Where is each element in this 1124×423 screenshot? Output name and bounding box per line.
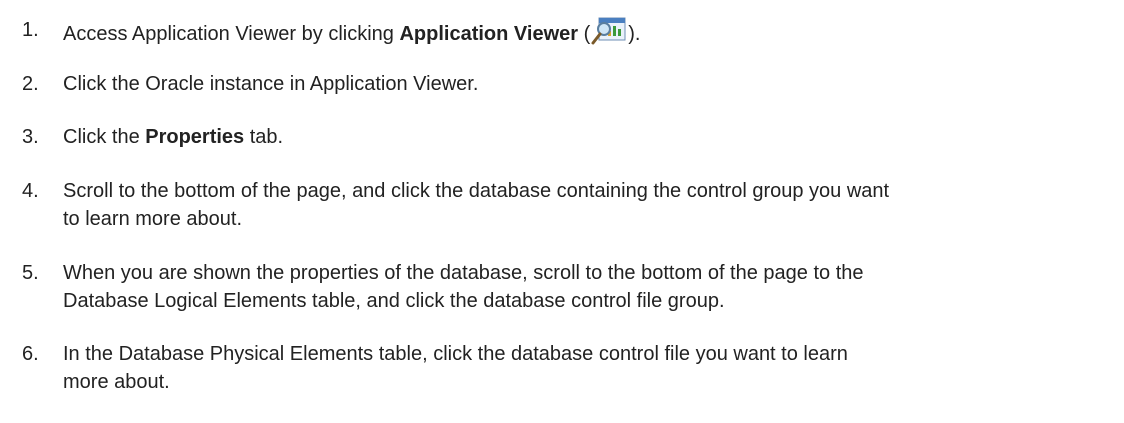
step-text: In the Database Physical Elements table,… bbox=[63, 340, 1103, 396]
step-text: Scroll to the bottom of the page, and cl… bbox=[63, 177, 1103, 233]
step-text-paren-open: ( bbox=[578, 23, 591, 45]
step-number: 4. bbox=[22, 180, 39, 202]
properties-tab-label: Properties bbox=[145, 126, 245, 148]
step-text-line-2: to learn more about. bbox=[63, 208, 242, 230]
step-text-line-1: In the Database Physical Elements table,… bbox=[63, 343, 848, 365]
step-text-line-1: Scroll to the bottom of the page, and cl… bbox=[63, 180, 890, 202]
step-text-line-2: more about. bbox=[63, 371, 170, 393]
step-text: Access Application Viewer by clicking Ap… bbox=[63, 16, 1103, 48]
step-text: When you are shown the properties of the… bbox=[63, 259, 1103, 315]
step-text: Click the Oracle instance in Application… bbox=[63, 73, 479, 95]
step-number: 2. bbox=[22, 73, 39, 95]
application-viewer-label: Application Viewer bbox=[399, 23, 579, 45]
step-text-paren-close: ). bbox=[628, 23, 641, 45]
step-number: 6. bbox=[22, 343, 39, 365]
step-text-post: tab. bbox=[244, 126, 284, 148]
application-viewer-icon bbox=[591, 17, 626, 45]
step-text-line-1: When you are shown the properties of the… bbox=[63, 262, 864, 284]
step-text-line-2: Database Logical Elements table, and cli… bbox=[63, 290, 725, 312]
step-text-pre: Click the bbox=[63, 126, 146, 148]
step-text: Click the Properties tab. bbox=[63, 123, 1103, 151]
step-number: 3. bbox=[22, 126, 39, 148]
step-number: 5. bbox=[22, 262, 39, 284]
step-number: 1. bbox=[22, 19, 39, 41]
step-text-pre: Access Application Viewer by clicking bbox=[63, 23, 400, 45]
